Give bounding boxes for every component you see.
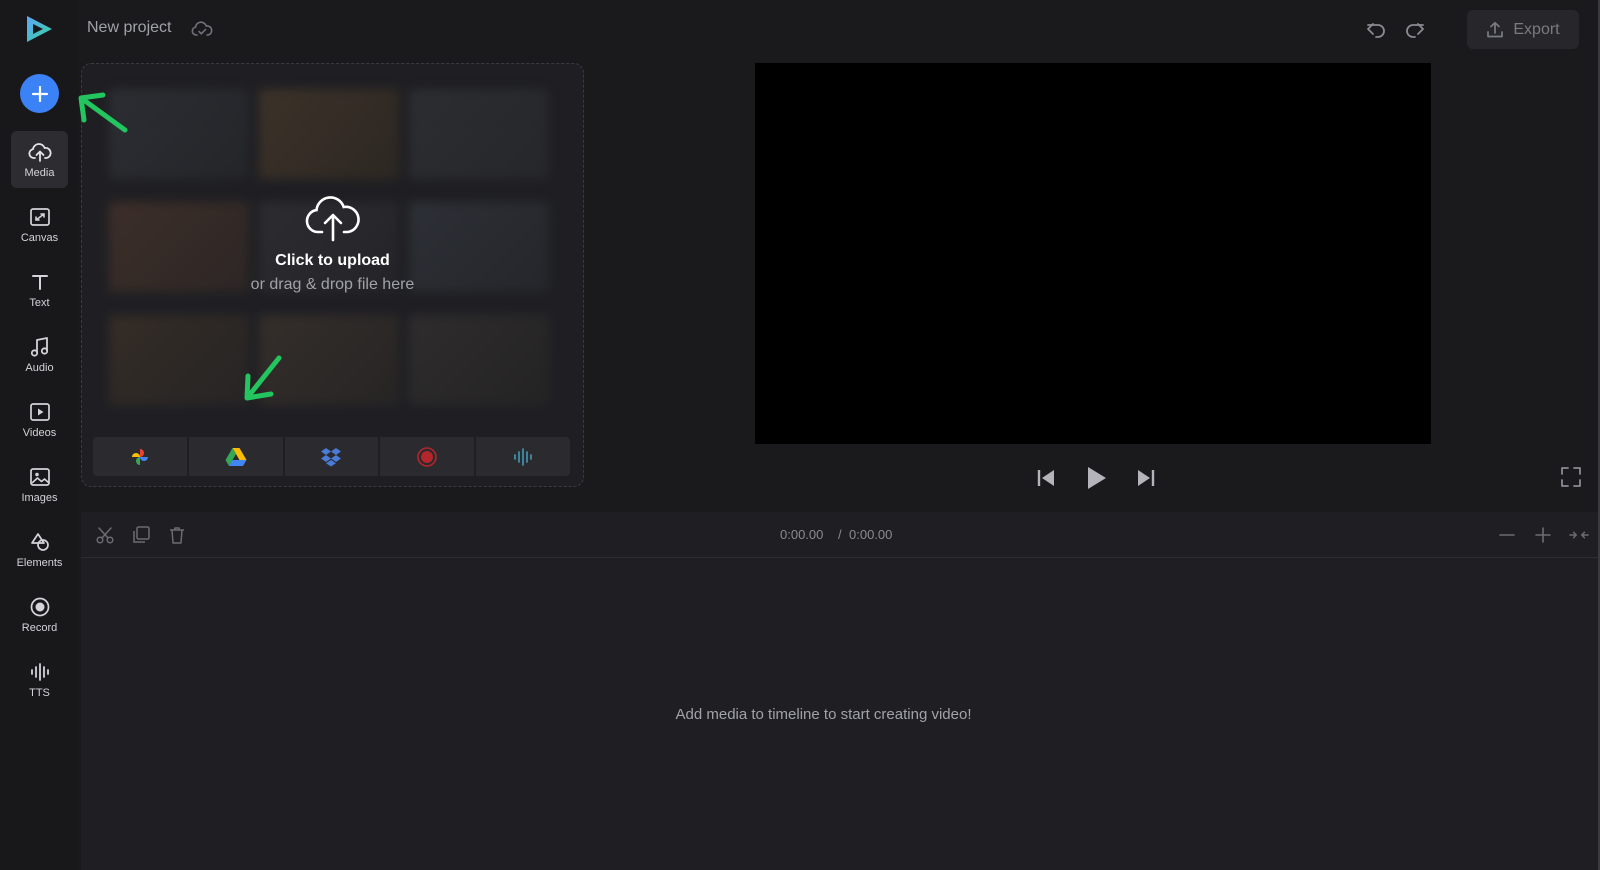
google-photos-icon [131,448,148,465]
zoom-in-icon[interactable] [1533,525,1553,545]
sidebar-item-elements[interactable]: Elements [11,521,68,578]
music-note-icon [30,337,48,357]
click-to-upload[interactable]: Click to upload or drag & drop file here [82,194,583,294]
time-separator: / [838,527,842,542]
sidebar-item-tts[interactable]: TTS [11,651,68,708]
upload-cloud-icon [305,196,360,242]
sidebar-item-label: Elements [16,557,63,569]
google-photos-button[interactable] [93,437,187,476]
add-media-button[interactable] [20,74,59,113]
dropbox-icon [321,447,342,466]
timeline[interactable]: 0:00.00 / 0:00.00 Add media to timeline … [81,512,1600,870]
export-upload-icon [1487,21,1504,37]
upload-cloud-icon [27,143,52,162]
upload-dropzone[interactable]: Click to upload or drag & drop file here [81,63,584,487]
sidebar-item-label: Text [29,297,50,309]
sidebar-item-label: Media [24,167,55,179]
sidebar-item-text[interactable]: Text [11,261,68,318]
sidebar-item-label: Images [21,492,58,504]
tts-source-button[interactable] [476,437,570,476]
upload-title: Click to upload [275,252,390,269]
fit-timeline-icon[interactable] [1569,525,1589,545]
zoom-out-icon[interactable] [1497,525,1517,545]
canvas-resize-icon [29,208,50,226]
sidebar-item-record[interactable]: Record [11,586,68,643]
play-icon [1088,467,1106,489]
shapes-icon [30,533,49,551]
soundwave-icon [30,663,49,681]
upload-subtitle: or drag & drop file here [250,276,415,293]
fullscreen-icon[interactable] [1560,466,1582,488]
record-icon [417,446,438,467]
undo-icon[interactable] [1364,18,1388,42]
skip-forward-button[interactable] [1136,468,1156,488]
play-button[interactable] [1084,465,1108,491]
plus-icon [31,85,48,102]
sidebar-item-label: Audio [25,362,54,374]
sidebar-item-videos[interactable]: Videos [11,391,68,448]
image-icon [29,468,50,486]
annotation-arrow-icon [244,355,282,401]
sidebar-item-audio[interactable]: Audio [11,326,68,383]
export-label: Export [1513,20,1560,38]
sidebar-item-label: TTS [29,687,50,699]
soundwave-icon [514,447,532,466]
sidebar-item-label: Canvas [20,232,59,244]
left-sidebar: Media Canvas Text Audio Videos Images El… [0,0,79,870]
app-logo-icon[interactable] [22,12,56,46]
video-editor-app: Media Canvas Text Audio Videos Images El… [0,0,1600,870]
skip-back-icon [1037,470,1054,486]
scissors-icon[interactable] [95,525,115,545]
text-icon [31,275,48,290]
google-drive-icon [225,447,247,466]
record-source-button[interactable] [380,437,475,476]
google-drive-button[interactable] [188,437,283,476]
skip-back-button[interactable] [1036,468,1056,488]
upload-sources [93,437,570,476]
duplicate-icon[interactable] [131,525,151,545]
sidebar-item-canvas[interactable]: Canvas [11,196,68,253]
timeline-empty-message: Add media to timeline to start creating … [675,706,972,723]
cloud-saved-icon [191,21,213,36]
redo-icon[interactable] [1403,18,1427,42]
current-time: 0:00.00 [780,527,824,542]
sidebar-item-media[interactable]: Media [11,131,68,188]
video-preview[interactable] [755,63,1431,444]
timeline-toolbar: 0:00.00 / 0:00.00 [81,512,1600,558]
record-icon [30,597,49,617]
trash-icon[interactable] [167,525,187,545]
total-time: 0:00.00 [849,527,893,542]
skip-forward-icon [1138,470,1155,486]
export-button[interactable]: Export [1467,10,1579,49]
dropbox-button[interactable] [284,437,379,476]
sidebar-item-label: Record [21,622,58,634]
project-name[interactable]: New project [87,19,171,37]
sidebar-item-images[interactable]: Images [11,456,68,513]
sidebar-item-label: Videos [22,427,57,439]
video-play-icon [29,403,50,421]
player-controls [1036,463,1156,493]
annotation-arrow-icon [78,92,128,133]
